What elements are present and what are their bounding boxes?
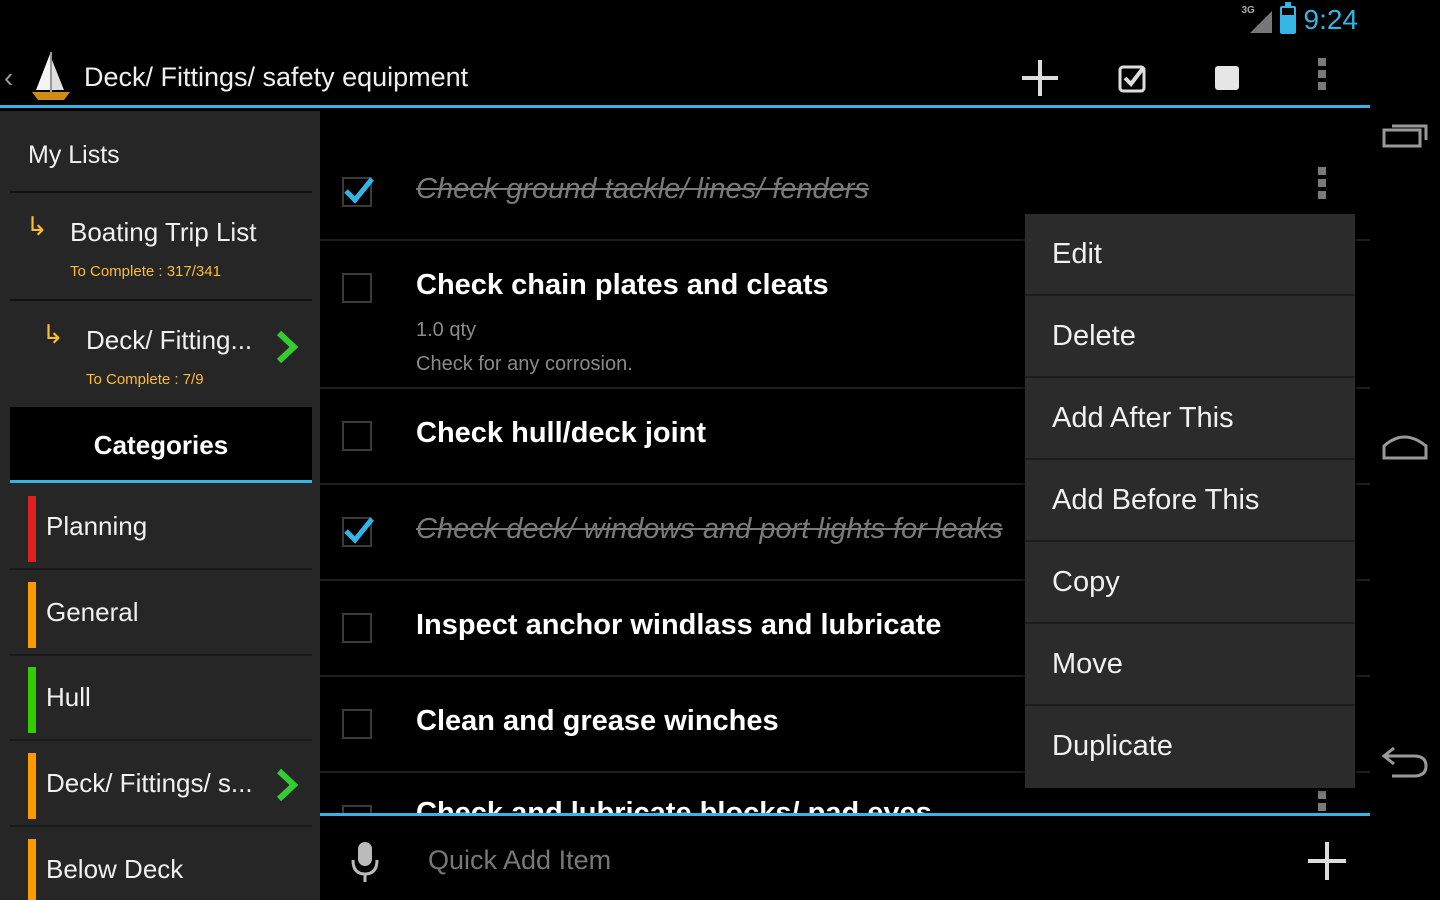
check-all-button[interactable] (1113, 58, 1153, 98)
item-note: Check for any corrosion. (416, 353, 633, 375)
my-lists-label: My Lists (28, 141, 120, 169)
menu-item-delete[interactable]: Delete (1025, 296, 1355, 378)
quick-add-input[interactable] (428, 832, 1288, 888)
menu-item-label: Delete (1052, 320, 1136, 352)
overflow-menu-button[interactable] (1302, 58, 1342, 98)
menu-item-copy[interactable]: Copy (1025, 542, 1355, 624)
overflow-menu-icon (1316, 58, 1328, 98)
microphone-icon[interactable] (350, 840, 380, 884)
sidebar-list-boating-trip[interactable]: ↳ Boating Trip List To Complete : 317/34… (10, 195, 312, 301)
sidebar-list-deck-fittings[interactable]: ↳ Deck/ Fitting... To Complete : 7/9 (10, 303, 312, 409)
back-icon[interactable] (1380, 742, 1430, 782)
menu-item-add-before[interactable]: Add Before This (1025, 460, 1355, 542)
item-title: Check hull/deck joint (416, 417, 707, 449)
add-icon (1022, 60, 1058, 96)
recent-apps-icon[interactable] (1380, 118, 1430, 158)
check-all-icon (1118, 65, 1146, 93)
category-label: Planning (46, 511, 148, 541)
item-checkbox[interactable] (342, 805, 372, 813)
category-label: Below Deck (46, 854, 184, 884)
category-item-deck-fittings[interactable]: Deck/ Fittings/ s... (10, 743, 312, 827)
page-title: Deck/ Fittings/ safety equipment (84, 62, 469, 92)
category-color-bar (28, 753, 36, 819)
my-lists-header[interactable]: My Lists (10, 111, 312, 193)
system-nav-bar (1370, 0, 1440, 900)
status-bar: 3G 9:24 (0, 0, 1370, 46)
uncheck-all-button[interactable] (1207, 58, 1247, 98)
item-checkbox[interactable] (342, 709, 372, 739)
item-title: Check ground tackle/ lines/ fenders (416, 173, 869, 205)
category-label: Deck/ Fittings/ s... (46, 768, 253, 798)
menu-item-label: Add After This (1052, 402, 1234, 434)
category-color-bar (28, 667, 36, 733)
checkmark-icon (344, 177, 374, 204)
chevron-right-icon (276, 330, 299, 364)
item-title: Check and lubricate blocks/ pad eyes (416, 797, 932, 813)
context-menu: Edit Delete Add After This Add Before Th… (1025, 214, 1355, 788)
subdirectory-arrow-icon: ↳ (26, 211, 48, 241)
list-name: Deck/ Fitting... (86, 325, 253, 355)
menu-item-label: Duplicate (1052, 730, 1173, 762)
item-checkbox[interactable] (342, 517, 374, 547)
menu-item-edit[interactable]: Edit (1025, 214, 1355, 296)
battery-icon (1279, 2, 1296, 34)
menu-item-add-after[interactable]: Add After This (1025, 378, 1355, 460)
item-overflow-icon[interactable] (1316, 167, 1328, 207)
menu-item-label: Add Before This (1052, 484, 1260, 516)
list-completion: To Complete : 7/9 (86, 371, 204, 388)
item-title: Clean and grease winches (416, 705, 779, 737)
add-icon[interactable] (1306, 840, 1348, 882)
item-quantity: 1.0 qty (416, 319, 477, 341)
list-name: Boating Trip List (70, 217, 257, 247)
item-title: Check deck/ windows and port lights for … (416, 513, 1003, 545)
item-title: Check chain plates and cleats (416, 269, 829, 301)
item-overflow-icon[interactable] (1316, 791, 1328, 813)
checkmark-icon (344, 517, 374, 544)
category-item-planning[interactable]: Planning (10, 486, 312, 570)
category-label: General (46, 597, 139, 627)
category-color-bar (28, 496, 36, 562)
up-navigation-icon[interactable]: ‹ (4, 62, 13, 94)
list-completion: To Complete : 317/341 (70, 263, 221, 280)
categories-label: Categories (93, 430, 229, 460)
menu-item-label: Move (1052, 648, 1123, 680)
menu-item-label: Edit (1052, 238, 1102, 270)
clock: 9:24 (1303, 4, 1359, 35)
add-item-button[interactable] (1020, 58, 1060, 98)
action-bar: ‹ Deck/ Fittings/ safety equipment (0, 46, 1370, 108)
menu-item-label: Copy (1052, 566, 1120, 598)
sailboat-logo-icon[interactable] (28, 50, 74, 104)
chevron-right-icon (276, 768, 299, 802)
categories-header: Categories (10, 407, 312, 483)
menu-item-duplicate[interactable]: Duplicate (1025, 706, 1355, 788)
category-item-hull[interactable]: Hull (10, 657, 312, 741)
category-color-bar (28, 839, 36, 900)
category-item-general[interactable]: General (10, 572, 312, 656)
sidebar: My Lists ↳ Boating Trip List To Complete… (0, 111, 320, 900)
menu-item-move[interactable]: Move (1025, 624, 1355, 706)
uncheck-all-icon (1215, 66, 1239, 90)
category-color-bar (28, 582, 36, 648)
home-icon[interactable] (1380, 428, 1430, 468)
status-indicators: 3G 9:24 (1242, 2, 1359, 36)
item-checkbox[interactable] (342, 613, 372, 643)
category-item-below-deck[interactable]: Below Deck (10, 829, 312, 900)
item-title: Inspect anchor windlass and lubricate (416, 609, 942, 641)
subdirectory-arrow-icon: ↳ (42, 319, 64, 349)
quick-add-bar (320, 813, 1370, 900)
category-label: Hull (46, 682, 91, 712)
signal-icon: 3G (1242, 5, 1272, 35)
item-checkbox[interactable] (342, 421, 372, 451)
item-checkbox[interactable] (342, 273, 372, 303)
item-checkbox[interactable] (342, 177, 374, 207)
